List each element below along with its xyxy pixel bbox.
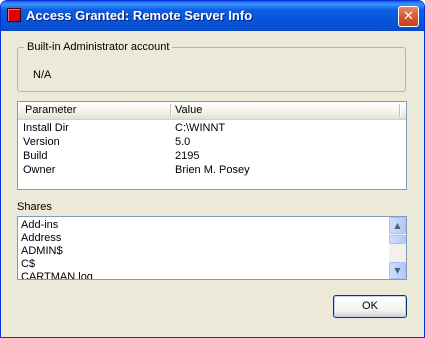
window-title: Access Granted: Remote Server Info bbox=[26, 8, 253, 23]
list-item[interactable]: Add-ins bbox=[21, 219, 58, 231]
param-value: 5.0 bbox=[175, 136, 191, 148]
param-value: Brien M. Posey bbox=[175, 164, 250, 176]
admin-account-value: N/A bbox=[33, 69, 52, 81]
param-name: Install Dir bbox=[23, 122, 69, 134]
scroll-down-icon[interactable]: ▼ bbox=[389, 262, 406, 279]
param-name: Version bbox=[23, 136, 60, 148]
close-button[interactable]: ✕ bbox=[398, 6, 419, 27]
param-name: Owner bbox=[23, 164, 56, 176]
scroll-thumb[interactable] bbox=[389, 235, 406, 244]
list-item[interactable]: CARTMAN.log bbox=[21, 271, 93, 279]
table-row[interactable]: Install Dir C:\WINNT bbox=[18, 122, 406, 135]
column-header-value[interactable]: Value bbox=[175, 104, 202, 116]
param-value: C:\WINNT bbox=[175, 122, 226, 134]
column-separator[interactable] bbox=[399, 104, 400, 117]
table-row[interactable]: Build 2195 bbox=[18, 150, 406, 163]
list-item[interactable]: C$ bbox=[21, 258, 35, 270]
shares-scrollbar[interactable]: ▲ ▼ bbox=[389, 217, 406, 279]
title-bar[interactable]: Access Granted: Remote Server Info ✕ bbox=[1, 1, 424, 31]
ok-button[interactable]: OK bbox=[333, 295, 407, 318]
shares-list[interactable]: Add-ins Address ADMIN$ C$ CARTMAN.log ▲ … bbox=[17, 216, 407, 280]
admin-account-group bbox=[17, 47, 406, 92]
list-item[interactable]: Address bbox=[21, 232, 61, 244]
admin-account-legend: Built-in Administrator account bbox=[24, 41, 173, 53]
parameter-list[interactable]: Parameter Value Install Dir C:\WINNT Ver… bbox=[17, 101, 407, 190]
red-square-icon bbox=[7, 8, 21, 22]
list-header: Parameter Value bbox=[18, 102, 406, 120]
param-name: Build bbox=[23, 150, 48, 162]
list-item[interactable]: ADMIN$ bbox=[21, 245, 63, 257]
table-row[interactable]: Owner Brien M. Posey bbox=[18, 164, 406, 177]
scroll-up-icon[interactable]: ▲ bbox=[389, 217, 406, 234]
table-row[interactable]: Version 5.0 bbox=[18, 136, 406, 149]
column-header-parameter[interactable]: Parameter bbox=[25, 104, 76, 116]
shares-label: Shares bbox=[17, 201, 52, 213]
param-value: 2195 bbox=[175, 150, 200, 162]
column-separator[interactable] bbox=[170, 104, 171, 117]
